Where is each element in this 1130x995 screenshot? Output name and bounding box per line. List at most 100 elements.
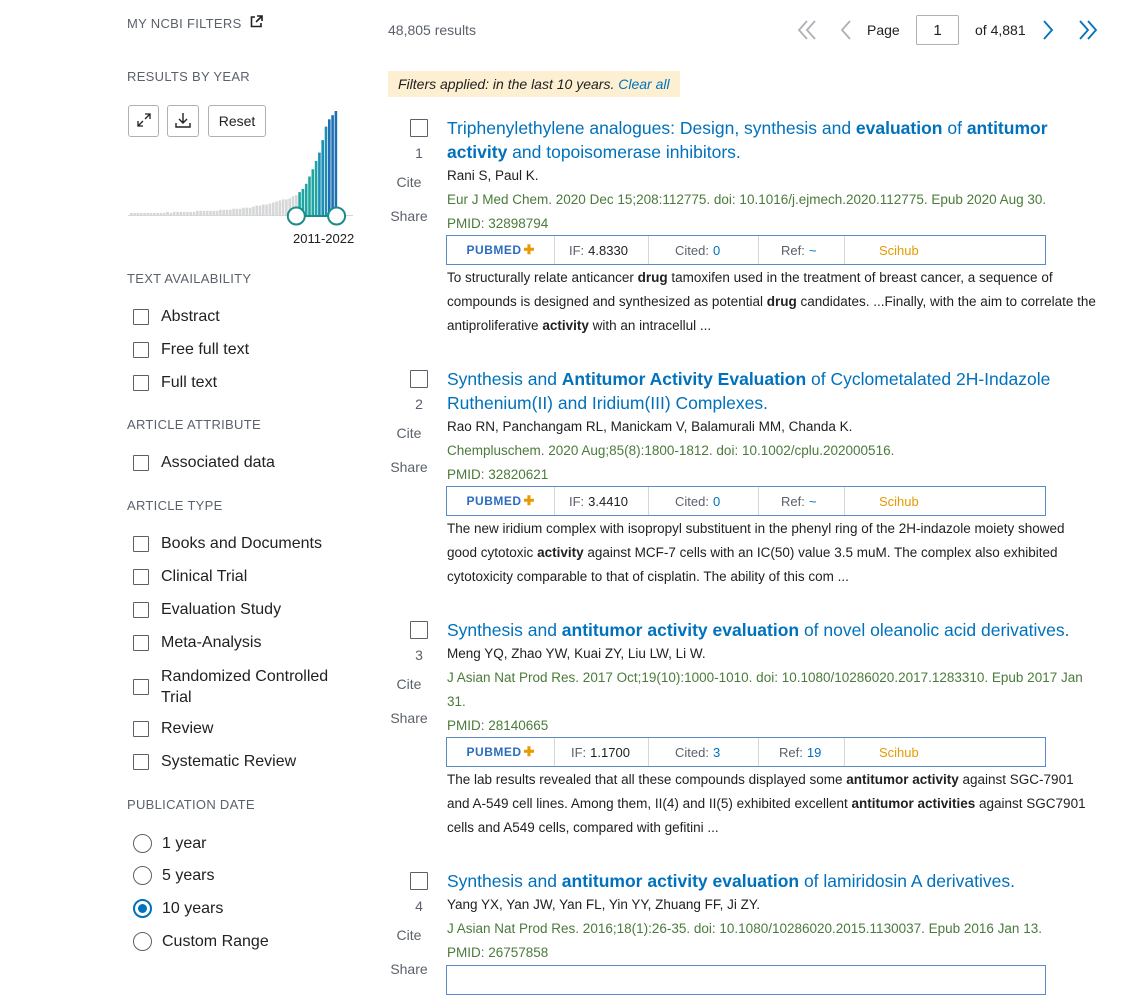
histogram-bar[interactable] xyxy=(285,199,288,215)
first-page-button[interactable] xyxy=(796,18,818,47)
histogram-bar[interactable] xyxy=(331,115,334,215)
share-button[interactable]: Share xyxy=(389,208,429,224)
histogram-bar[interactable] xyxy=(265,204,268,215)
result-title[interactable]: Synthesis and antitumor activity evaluat… xyxy=(447,618,1097,642)
filter-clinical-trial[interactable]: Clinical Trial xyxy=(133,568,247,586)
histogram-bar[interactable] xyxy=(163,212,166,215)
last-page-button[interactable] xyxy=(1077,18,1099,47)
histogram-bar[interactable] xyxy=(209,210,212,215)
histogram-bar[interactable] xyxy=(149,212,153,215)
checkbox[interactable] xyxy=(133,342,149,358)
histogram-bar[interactable] xyxy=(235,208,239,215)
histogram-bar[interactable] xyxy=(166,211,169,215)
filter-evaluation-study[interactable]: Evaluation Study xyxy=(133,601,281,619)
pubmed-link[interactable]: PUBMED ✚ xyxy=(447,738,555,766)
date-10-years[interactable]: 10 years xyxy=(133,899,223,918)
share-button[interactable]: Share xyxy=(389,710,429,726)
histogram-bar[interactable] xyxy=(172,211,176,215)
histogram-bar[interactable] xyxy=(328,119,331,215)
range-slider-end-handle[interactable] xyxy=(327,206,347,226)
result-checkbox[interactable] xyxy=(410,119,428,137)
pubmed-link[interactable]: PUBMED ✚ xyxy=(447,487,555,515)
result-checkbox[interactable] xyxy=(410,621,428,639)
histogram-bar[interactable] xyxy=(262,204,265,215)
filter-associated-data[interactable]: Associated data xyxy=(133,454,275,472)
cite-button[interactable]: Cite xyxy=(389,927,429,943)
histogram-bar[interactable] xyxy=(258,205,262,215)
scihub-link[interactable]: Scihub xyxy=(845,738,955,766)
filter-full-text[interactable]: Full text xyxy=(133,374,217,392)
histogram-bar[interactable] xyxy=(248,207,252,215)
ref-value[interactable]: ~ xyxy=(809,243,817,258)
cite-button[interactable]: Cite xyxy=(389,425,429,441)
histogram-bar[interactable] xyxy=(242,207,245,215)
histogram-bar[interactable] xyxy=(321,140,324,215)
share-button[interactable]: Share xyxy=(389,459,429,475)
histogram-bar[interactable] xyxy=(229,209,232,215)
scihub-link[interactable]: Scihub xyxy=(845,487,955,515)
histogram-bar[interactable] xyxy=(314,160,318,215)
histogram-bar[interactable] xyxy=(311,169,315,215)
histogram-bar[interactable] xyxy=(232,208,235,215)
histogram-bar[interactable] xyxy=(318,152,321,215)
cited-value[interactable]: 3 xyxy=(713,745,720,760)
cited-value[interactable]: 0 xyxy=(713,243,720,258)
histogram-bar[interactable] xyxy=(268,203,272,215)
histogram-bar[interactable] xyxy=(169,212,173,215)
histogram-bar[interactable] xyxy=(146,212,150,215)
histogram-bar[interactable] xyxy=(186,211,189,215)
filter-free-full-text[interactable]: Free full text xyxy=(133,341,249,359)
histogram-bar[interactable] xyxy=(304,183,308,215)
ref-value[interactable]: ~ xyxy=(809,494,817,509)
histogram-bar[interactable] xyxy=(139,212,143,215)
filter-books-and-documents[interactable]: Books and Documents xyxy=(133,535,322,553)
histogram-bar[interactable] xyxy=(281,199,285,215)
histogram-bar[interactable] xyxy=(275,201,278,215)
checkbox[interactable] xyxy=(133,309,149,325)
radio-selected[interactable] xyxy=(133,899,152,918)
ref-value[interactable]: 19 xyxy=(807,745,821,760)
histogram-bar[interactable] xyxy=(255,205,258,215)
cited-value[interactable]: 0 xyxy=(713,494,720,509)
checkbox[interactable] xyxy=(133,679,149,695)
page-number-input[interactable] xyxy=(916,15,959,45)
histogram-bar[interactable] xyxy=(130,212,133,215)
radio[interactable] xyxy=(133,834,152,853)
prev-page-button[interactable] xyxy=(838,18,854,47)
date-1-year[interactable]: 1 year xyxy=(133,834,206,853)
filter-abstract[interactable]: Abstract xyxy=(133,308,220,326)
radio[interactable] xyxy=(133,932,152,951)
range-slider-start-handle[interactable] xyxy=(286,206,306,226)
histogram-bar[interactable] xyxy=(252,206,255,215)
next-page-button[interactable] xyxy=(1040,18,1056,47)
histogram-bar[interactable] xyxy=(159,212,163,215)
histogram-bar[interactable] xyxy=(212,210,216,215)
histogram-bar[interactable] xyxy=(179,211,183,215)
histogram-bar[interactable] xyxy=(133,212,136,215)
histogram-bar[interactable] xyxy=(219,209,222,215)
histogram-bar[interactable] xyxy=(245,207,249,215)
checkbox[interactable] xyxy=(133,569,149,585)
result-title[interactable]: Synthesis and Antitumor Activity Evaluat… xyxy=(447,367,1097,415)
histogram-bar[interactable] xyxy=(189,211,192,215)
checkbox[interactable] xyxy=(133,536,149,552)
pubmed-link[interactable]: PUBMED ✚ xyxy=(447,236,555,264)
histogram-bar[interactable] xyxy=(225,209,229,215)
histogram-bar[interactable] xyxy=(153,212,156,215)
my-ncbi-filters-link[interactable]: MY NCBI FILTERS xyxy=(127,15,263,31)
histogram-bar[interactable] xyxy=(182,211,186,215)
cite-button[interactable]: Cite xyxy=(389,676,429,692)
histogram-bar[interactable] xyxy=(334,111,338,215)
filter-systematic-review[interactable]: Systematic Review xyxy=(133,753,296,771)
histogram-bar[interactable] xyxy=(156,212,159,215)
histogram-bar[interactable] xyxy=(196,210,199,215)
histogram-bar[interactable] xyxy=(271,202,275,215)
histogram-bar[interactable] xyxy=(324,126,328,215)
clear-all-link[interactable]: Clear all xyxy=(618,76,669,92)
histogram-bar[interactable] xyxy=(238,208,242,215)
share-button[interactable]: Share xyxy=(389,961,429,977)
histogram-bar[interactable] xyxy=(199,210,202,215)
date-5-years[interactable]: 5 years xyxy=(133,866,214,885)
year-histogram-chart[interactable] xyxy=(128,105,363,230)
checkbox[interactable] xyxy=(133,721,149,737)
